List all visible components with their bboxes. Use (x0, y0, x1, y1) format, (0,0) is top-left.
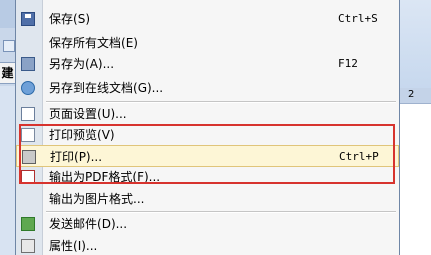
menu-item-send-email[interactable]: 发送邮件(D)... (16, 213, 399, 235)
menu-item-label: 输出为图片格式... (49, 192, 145, 206)
background-app-right: 2 (400, 0, 431, 255)
file-menu: 保存(S) Ctrl+S 保存所有文档(E) 另存为(A)... F12 另存到… (15, 0, 400, 255)
menu-item-label: 页面设置 (49, 107, 98, 121)
shortcut-label: Ctrl+P (339, 150, 379, 163)
pdf-icon (21, 170, 35, 184)
menu-item-print-preview[interactable]: 打印预览(V) (16, 124, 399, 146)
menu-item-mnemonic: (E) (121, 36, 138, 50)
menu-item-export-image[interactable]: 输出为图片格式... (16, 188, 399, 210)
background-toolbar (0, 0, 15, 28)
ruler-mark: 2 (408, 89, 415, 100)
menu-item-label: 保存所有文档 (49, 36, 122, 50)
menu-item-label: 打印 (50, 150, 75, 164)
document-page (400, 104, 431, 255)
menu-item-label: 发送邮件 (49, 217, 98, 231)
background-toolbar-icon (3, 40, 15, 52)
save-as-icon (21, 57, 35, 71)
menu-item-label: 保存 (49, 12, 74, 26)
menu-item-properties[interactable]: 属性(I)... (16, 235, 399, 255)
background-tab[interactable]: 建 (0, 62, 15, 84)
background-ribbon (400, 0, 431, 88)
properties-icon (21, 239, 35, 253)
menu-item-mnemonic: (F)... (132, 170, 161, 184)
menu-item-label: 另存为 (49, 57, 86, 71)
online-doc-icon (21, 81, 35, 95)
menu-item-label: 另存到在线文档 (49, 81, 134, 95)
background-panel (0, 86, 15, 255)
shortcut-label: Ctrl+S (338, 12, 378, 25)
menu-item-mnemonic: (U)... (97, 107, 127, 121)
menu-item-label: 属性 (49, 239, 74, 253)
menu-item-export-pdf[interactable]: 输出为PDF格式(F)... (16, 166, 399, 188)
save-icon (21, 12, 35, 26)
menu-item-save[interactable]: 保存(S) Ctrl+S (16, 8, 399, 30)
printer-icon (22, 150, 36, 164)
menu-item-mnemonic: (G)... (133, 81, 164, 95)
menu-item-label: 打印预览 (49, 128, 98, 142)
menu-item-mnemonic: (I)... (73, 239, 98, 253)
menu-item-page-setup[interactable]: 页面设置(U)... (16, 103, 399, 125)
menu-item-mnemonic: (D)... (97, 217, 128, 231)
send-email-icon (21, 217, 35, 231)
menu-item-mnemonic: (S) (73, 12, 90, 26)
background-app-left: 建 (0, 0, 15, 255)
menu-item-save-as[interactable]: 另存为(A)... F12 (16, 53, 399, 75)
menu-item-print[interactable]: 打印(P)... Ctrl+P (16, 145, 399, 167)
menu-item-save-online[interactable]: 另存到在线文档(G)... (16, 77, 399, 99)
menu-item-mnemonic: (A)... (85, 57, 115, 71)
menu-item-mnemonic: (P)... (74, 150, 103, 164)
shortcut-label: F12 (338, 57, 358, 70)
print-preview-icon (21, 128, 35, 142)
page-setup-icon (21, 107, 35, 121)
ruler: 2 (400, 88, 431, 104)
menu-item-mnemonic: (V) (97, 128, 115, 142)
menu-item-save-all[interactable]: 保存所有文档(E) (16, 32, 399, 54)
menu-item-label: 输出为PDF格式 (49, 170, 133, 184)
